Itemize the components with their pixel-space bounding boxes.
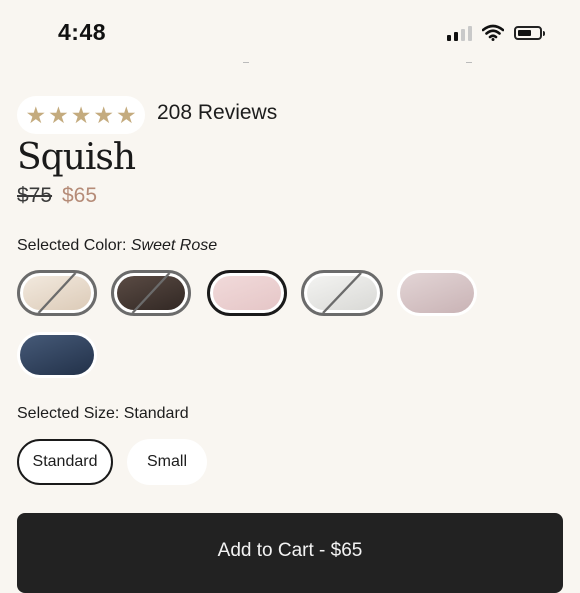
battery-icon <box>514 25 545 40</box>
cellular-signal-icon <box>447 25 472 41</box>
selected-size-value: Standard <box>123 405 189 422</box>
color-swatch-4[interactable] <box>301 270 383 316</box>
wifi-icon <box>482 24 504 41</box>
rating-stars[interactable]: ★ ★ ★ ★ ★ <box>17 96 145 134</box>
add-to-cart-button[interactable]: Add to Cart - $65 <box>17 513 563 593</box>
size-option-small[interactable]: Small <box>127 439 207 485</box>
add-to-cart-label: Add to Cart - $65 <box>217 540 363 561</box>
reviews-link[interactable]: 208 Reviews <box>157 101 277 125</box>
star-icon: ★ <box>70 101 92 128</box>
selected-color-label: Selected Color: Sweet Rose <box>17 237 217 255</box>
color-swatch-5[interactable] <box>397 270 477 316</box>
star-icon: ★ <box>25 101 47 128</box>
color-swatch-1[interactable] <box>17 270 97 316</box>
status-bar: 4:48 <box>0 0 580 64</box>
color-swatch-6[interactable] <box>17 332 97 378</box>
selected-size-label: Selected Size: Standard <box>17 405 189 423</box>
star-icon: ★ <box>115 101 137 128</box>
size-option-standard[interactable]: Standard <box>17 439 113 485</box>
star-icon: ★ <box>93 101 114 128</box>
unavailable-slash-icon <box>322 273 362 313</box>
status-icons <box>447 24 545 41</box>
product-title: Squish <box>17 137 136 178</box>
sale-price: $65 <box>62 184 98 207</box>
color-swatch-2[interactable] <box>111 270 191 316</box>
unavailable-slash-icon <box>131 273 171 313</box>
original-price: $75 <box>17 184 53 207</box>
color-swatch-3[interactable] <box>207 270 287 316</box>
status-time: 4:48 <box>58 19 107 45</box>
selected-color-value: Sweet Rose <box>130 237 218 254</box>
color-label-prefix: Selected Color: <box>17 237 127 254</box>
unavailable-slash-icon <box>37 273 77 313</box>
size-label-prefix: Selected Size: <box>17 405 120 422</box>
star-icon: ★ <box>48 101 69 128</box>
